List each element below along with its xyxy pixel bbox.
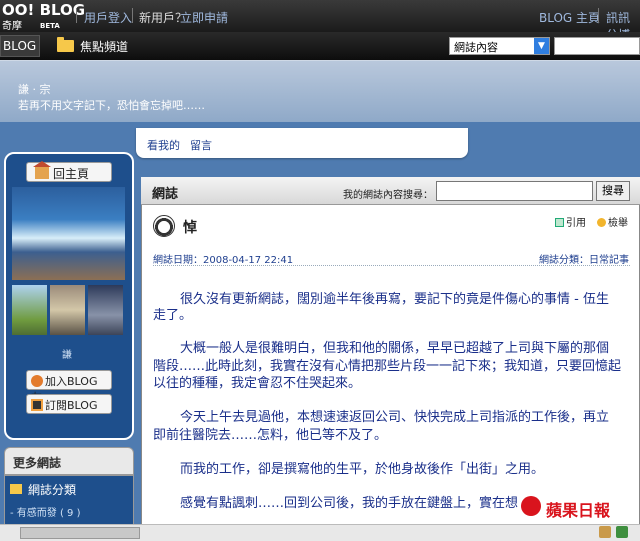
- search-scope-select[interactable]: 網誌內容 ▼: [449, 37, 550, 55]
- post-paragraph-line: 即前往醫院去……怎料，他已等不及了。: [153, 428, 388, 443]
- status-icon[interactable]: [599, 526, 611, 538]
- logo-beta-text: BETA: [40, 22, 60, 30]
- report-icon: [597, 218, 606, 227]
- photo-thumbnail[interactable]: [50, 285, 85, 335]
- post-paragraph-line: 走了。: [153, 308, 193, 323]
- search-scope-value: 網誌內容: [454, 41, 498, 54]
- more-blogs-title: 更多網誌: [4, 447, 134, 475]
- avatar-icon: [153, 215, 175, 237]
- folder-icon: [10, 484, 22, 494]
- category-label: 網誌分類: [28, 483, 77, 497]
- home-button[interactable]: 回主頁: [26, 161, 112, 182]
- post-paragraph-line: 階段……此時此刻，我實在沒有心情把那些片段一一記下來；我知道，只要回憶起: [153, 359, 622, 374]
- add-friend-icon: [31, 375, 43, 387]
- divider: [76, 8, 77, 23]
- newspaper-watermark: 蘋果日報: [524, 495, 638, 520]
- divider: [598, 8, 599, 23]
- home-icon: [33, 161, 51, 179]
- blog-title: 謙 · 宗: [18, 83, 51, 96]
- top-bar: OO! BLOG 奇摩 BETA 用戶登入 新用戶？ 立即申請 BLOG 主頁 …: [0, 0, 640, 42]
- profile-name: 謙: [62, 350, 72, 361]
- report-link[interactable]: 檢舉: [597, 214, 628, 229]
- tab-strip: [136, 128, 468, 158]
- blog-home-link[interactable]: BLOG 主頁: [539, 9, 600, 26]
- search-button[interactable]: 搜尋: [596, 181, 630, 201]
- register-link[interactable]: 立即申請: [180, 9, 228, 26]
- home-button-label: 回主頁: [53, 167, 90, 181]
- nav-bar: BLOG 焦點頻道 網誌內容 ▼: [0, 32, 640, 60]
- post-title[interactable]: 悼: [183, 217, 197, 237]
- subscribe-label: 訂閱BLOG: [45, 399, 98, 412]
- post-paragraph-line: 今天上午去見過他，本想速速返回公司、快快完成上司指派的工作後，再立: [180, 410, 610, 425]
- photo-thumbnail[interactable]: [88, 285, 123, 335]
- scrollbar-thumb[interactable]: [20, 527, 140, 539]
- photo-thumbnail[interactable]: [12, 285, 47, 335]
- divider: [153, 265, 630, 266]
- horizontal-scrollbar[interactable]: [0, 524, 640, 541]
- nav-search-input[interactable]: [554, 37, 640, 55]
- post-paragraph-line: 以往的種種，我定會忍不住哭起來。: [153, 376, 362, 391]
- post-paragraph-line: 感覺有點諷刺……回到公司後，我的手放在鍵盤上，實在想: [180, 496, 519, 511]
- chevron-down-icon[interactable]: ▼: [534, 38, 549, 54]
- post-paragraph-line: 大概一般人是很難明白，但我和他的關係，早早已超越了上司與下屬的那個: [180, 341, 610, 356]
- quote-icon: [555, 218, 564, 227]
- focus-channel-link[interactable]: 焦點頻道: [80, 38, 128, 55]
- panel-title: 網誌: [152, 187, 179, 202]
- yahoo-blog-logo[interactable]: OO! BLOG 奇摩 BETA: [2, 3, 85, 34]
- status-icon[interactable]: [616, 526, 628, 538]
- logo-sub-text: 奇摩: [2, 21, 22, 32]
- post-date: 網誌日期：2008-04-17 22:41: [153, 255, 294, 266]
- profile-photo[interactable]: [12, 187, 125, 280]
- tab-guestbook[interactable]: 留言: [190, 137, 212, 153]
- logo-blog-text: BLOG: [39, 1, 86, 19]
- quote-label: 引用: [566, 218, 586, 229]
- quote-link[interactable]: 引用: [555, 214, 586, 229]
- divider: [132, 8, 133, 23]
- tab-view-mine[interactable]: 看我的: [147, 137, 180, 153]
- blog-search-label: 我的網誌內容搜尋：: [343, 190, 433, 201]
- post-paragraph-line: 而我的工作，卻是撰寫他的生平，於他身故後作「出街」之用。: [180, 462, 545, 477]
- login-link[interactable]: 用戶登入: [84, 9, 132, 26]
- blog-subtitle: 若再不用文字記下，恐怕會忘掉吧……: [18, 99, 205, 112]
- blog-search-input[interactable]: [436, 181, 593, 201]
- logo-text: OO!: [2, 1, 35, 19]
- category-link[interactable]: 網誌分類: [10, 481, 76, 498]
- add-blog-friend-button[interactable]: 加入BLOG 友: [26, 370, 112, 404]
- post-category[interactable]: 網誌分類：日常記事: [539, 251, 629, 266]
- blog-nav-button[interactable]: BLOG: [0, 35, 40, 57]
- post-paragraph-line: 很久沒有更新網誌，闊別逾半年後再寫，要記下的竟是件傷心的事情 - 伍生: [180, 292, 609, 307]
- category-item[interactable]: - 有感而發 ( 9 ): [10, 504, 81, 519]
- apple-logo-icon: [521, 496, 541, 516]
- folder-icon: [57, 37, 74, 52]
- report-label: 檢舉: [608, 218, 628, 229]
- rss-icon: [31, 399, 43, 411]
- subscribe-blog-button[interactable]: 訂閱BLOG: [26, 394, 112, 414]
